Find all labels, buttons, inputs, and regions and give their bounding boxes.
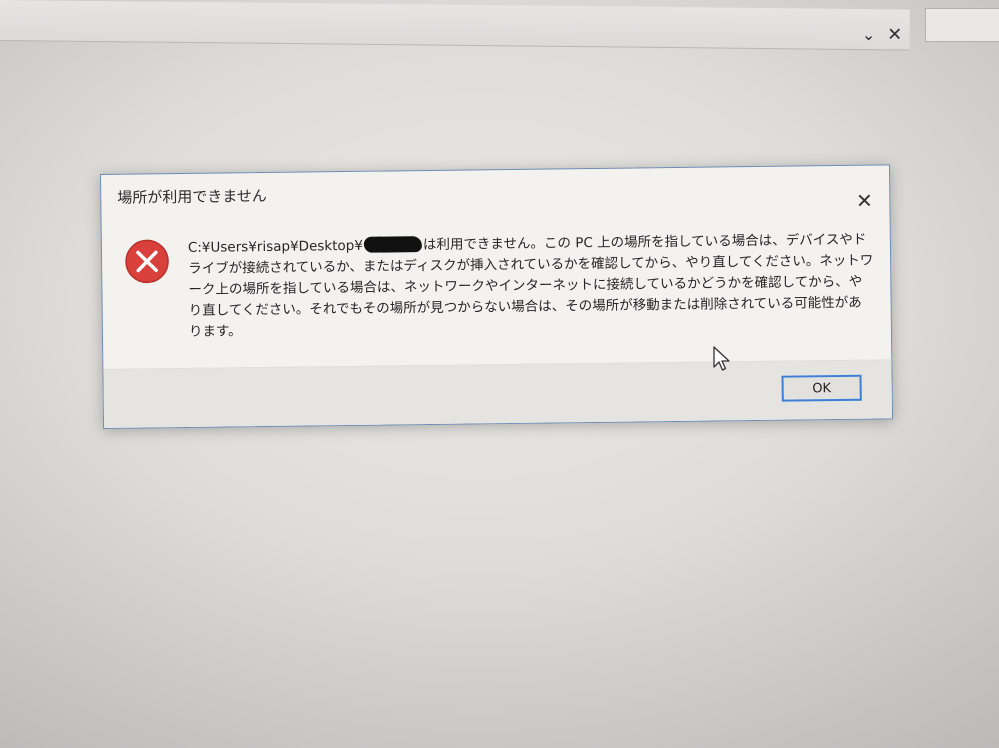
dialog-title: 場所が利用できません bbox=[117, 186, 267, 207]
dialog-footer: OK bbox=[103, 359, 893, 428]
error-dialog: 場所が利用できません ✕ C:¥Users¥risap¥Desktop¥ は利用で… bbox=[100, 164, 894, 429]
ok-button[interactable]: OK bbox=[781, 374, 862, 402]
mouse-cursor-icon bbox=[713, 346, 730, 371]
close-icon[interactable]: ✕ bbox=[851, 188, 877, 214]
background-window-bar: ⌄ ✕ bbox=[0, 0, 910, 51]
redacted-folder-name bbox=[363, 236, 422, 253]
error-icon bbox=[124, 238, 171, 285]
message-path: C:¥Users¥risap¥Desktop¥ bbox=[187, 237, 363, 256]
error-message: C:¥Users¥risap¥Desktop¥ は利用できません。この PC 上の… bbox=[188, 230, 875, 343]
search-box[interactable] bbox=[925, 8, 999, 42]
chevron-down-icon[interactable]: ⌄ bbox=[858, 21, 880, 47]
close-icon[interactable]: ✕ bbox=[884, 21, 906, 47]
